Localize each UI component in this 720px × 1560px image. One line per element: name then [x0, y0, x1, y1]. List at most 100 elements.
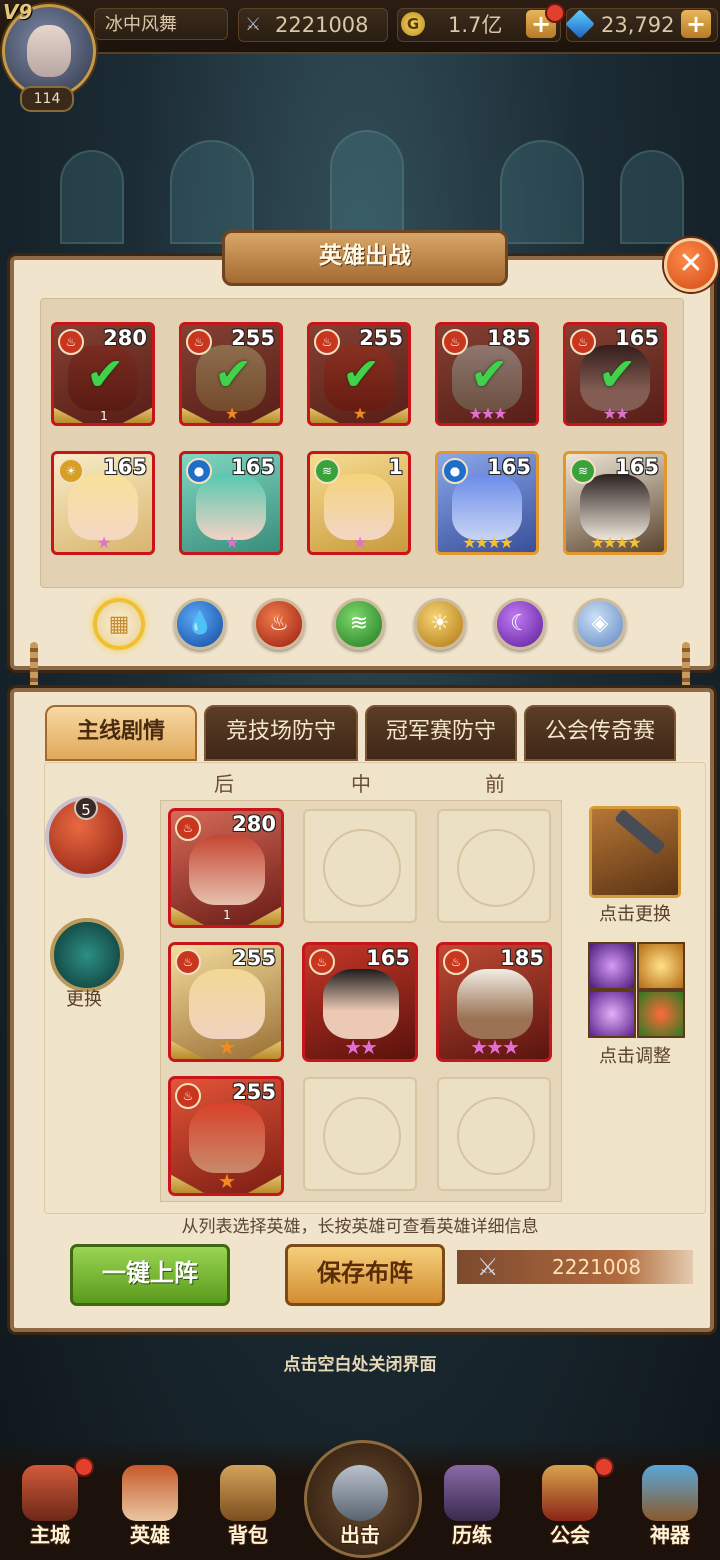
- nav-item-heroes[interactable]: 英雄: [110, 1455, 190, 1555]
- column-label-back: 后: [214, 772, 234, 796]
- nav-item-artifact[interactable]: 神器: [630, 1455, 710, 1555]
- tab-arena-defense[interactable]: 竞技场防守: [204, 705, 358, 761]
- hero-card[interactable]: ♨ 165 ★★ ✔: [563, 322, 667, 426]
- filter-dark-icon[interactable]: ☾: [494, 598, 546, 650]
- hero-stars: ★★★: [468, 404, 507, 423]
- nav-item-main-city[interactable]: 主城: [10, 1455, 94, 1555]
- hero-portrait: [457, 969, 533, 1039]
- filter-wind-icon[interactable]: ≋: [333, 598, 385, 650]
- player-name: 冰中风舞: [94, 8, 228, 40]
- formation-hero[interactable]: ♨ 255 ★: [168, 942, 284, 1062]
- formation-hero[interactable]: ♨ 185 ★★★: [436, 942, 552, 1062]
- formation-slot-empty[interactable]: [437, 1077, 551, 1191]
- crossed-swords-icon: ⚔: [245, 14, 262, 35]
- hero-card[interactable]: ♨ 255 ★ ✔: [307, 322, 411, 426]
- formation-hint: 从列表选择英雄，长按英雄可查看英雄详细信息: [181, 1217, 539, 1237]
- hero-level: 165: [366, 946, 410, 970]
- hero-card[interactable]: ☀ 165 ★: [51, 451, 155, 555]
- hero-card[interactable]: ♨ 280 1 ✔: [51, 322, 155, 426]
- formation-slot-empty[interactable]: [303, 809, 417, 923]
- hero-card[interactable]: ♨ 185 ★★★ ✔: [435, 322, 539, 426]
- hero-stars: ★: [218, 1169, 236, 1193]
- weapon-slot[interactable]: [589, 806, 681, 898]
- fire-element-icon: ♨: [443, 949, 469, 975]
- nav-label: 神器: [650, 1523, 690, 1547]
- hero-stars: ★★★★: [462, 533, 513, 552]
- hero-portrait: [189, 1103, 265, 1173]
- tab-guild-legend[interactable]: 公会传奇赛: [524, 705, 676, 761]
- fire-element-icon: ♨: [314, 329, 340, 355]
- skill-icon[interactable]: [588, 942, 636, 990]
- tab-champion-defense[interactable]: 冠军赛防守: [365, 705, 517, 761]
- notification-dot: [74, 1457, 94, 1477]
- formation-swap-icon[interactable]: [50, 918, 124, 992]
- hero-stars: ★★: [344, 1035, 378, 1059]
- hero-card[interactable]: ● 165 ★: [179, 451, 283, 555]
- skill-icon[interactable]: [588, 990, 636, 1038]
- tower-icon: [444, 1465, 500, 1521]
- hero-portrait: [189, 969, 265, 1039]
- save-formation-button[interactable]: 保存布阵: [285, 1244, 445, 1306]
- auto-deploy-button[interactable]: 一键上阵: [70, 1244, 230, 1306]
- formation-power-value: 2221008: [552, 1255, 642, 1279]
- formation-slot-empty[interactable]: [437, 809, 551, 923]
- close-hint[interactable]: 点击空白处关闭界面: [0, 1350, 720, 1375]
- hero-stars: ★: [96, 533, 111, 552]
- formation-hero[interactable]: ♨ 165 ★★: [302, 942, 418, 1062]
- gem-icon: [565, 9, 595, 39]
- check-icon: ✔: [214, 347, 253, 401]
- nav-item-guild[interactable]: 公会: [530, 1455, 614, 1555]
- water-element-icon: ●: [442, 458, 468, 484]
- nav-item-battle[interactable]: 出击: [320, 1455, 400, 1555]
- close-button[interactable]: ✕: [664, 238, 718, 292]
- fire-element-icon: ♨: [442, 329, 468, 355]
- light-element-icon: ☀: [58, 458, 84, 484]
- hero-card[interactable]: ♨ 255 ★ ✔: [179, 322, 283, 426]
- nav-item-bag[interactable]: 背包: [208, 1455, 288, 1555]
- skill-icon[interactable]: [637, 942, 685, 990]
- filter-void-icon[interactable]: ◈: [574, 598, 626, 650]
- hero-portrait: [323, 969, 399, 1039]
- power-value: 2221008: [275, 13, 369, 37]
- vip-badge: V9: [3, 0, 33, 24]
- gold-coin-icon: G: [401, 12, 425, 36]
- filter-light-icon[interactable]: ☀: [414, 598, 466, 650]
- column-label-front: 前: [485, 772, 505, 796]
- hero-card[interactable]: ≋ 165 ★★★★: [563, 451, 667, 555]
- hero-portrait: [68, 474, 138, 540]
- hero-stars: ★★: [602, 404, 630, 423]
- fire-element-icon: ♨: [570, 329, 596, 355]
- formation-slot-empty[interactable]: [303, 1077, 417, 1191]
- nav-label: 公会: [550, 1523, 590, 1547]
- column-label-middle: 中: [351, 772, 371, 796]
- hero-stars: ★★★: [470, 1035, 520, 1059]
- filter-all-icon[interactable]: ▦: [93, 598, 145, 650]
- filter-water-icon[interactable]: 💧: [174, 598, 226, 650]
- formation-hero[interactable]: ♨ 280 1: [168, 808, 284, 928]
- swap-label: 更换: [66, 989, 102, 1010]
- hero-portrait: [196, 474, 266, 540]
- castle-icon: [22, 1465, 78, 1521]
- bag-icon: [220, 1465, 276, 1521]
- hero-level: 1: [388, 455, 403, 479]
- skill-icon[interactable]: [637, 990, 685, 1038]
- formation-power: ⚔ 2221008: [457, 1250, 693, 1284]
- nav-item-training[interactable]: 历练: [432, 1455, 512, 1555]
- tab-main-story[interactable]: 主线剧情: [45, 705, 197, 761]
- hero-stars: ★: [352, 404, 367, 423]
- skills-label: 点击调整: [599, 1046, 671, 1067]
- hero-level: 185: [500, 946, 544, 970]
- filter-fire-icon[interactable]: ♨: [253, 598, 305, 650]
- check-icon: ✔: [598, 347, 637, 401]
- notification-dot: [545, 3, 565, 23]
- hero-portrait: [324, 474, 394, 540]
- check-icon: ✔: [342, 347, 381, 401]
- add-gem-button[interactable]: +: [681, 10, 711, 38]
- hero-portrait: [452, 474, 522, 540]
- hero-card[interactable]: ● 165 ★★★★: [435, 451, 539, 555]
- check-icon: ✔: [470, 347, 509, 401]
- formation-hero[interactable]: ♨ 255 ★: [168, 1076, 284, 1196]
- guild-shield-icon: [542, 1465, 598, 1521]
- hero-card[interactable]: ≋ 1 ★: [307, 451, 411, 555]
- hero-level: 165: [615, 455, 659, 479]
